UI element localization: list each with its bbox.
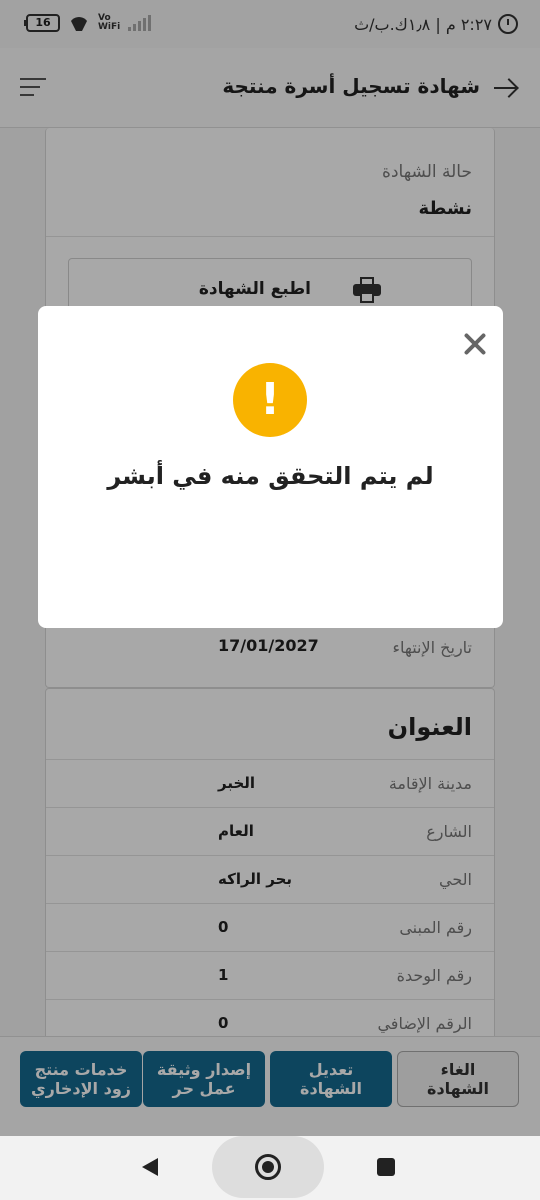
verification-alert-dialog: ! لم يتم التحقق منه في أبشر <box>38 306 503 628</box>
warning-icon: ! <box>233 363 307 437</box>
nav-recent-apps-icon[interactable] <box>377 1158 395 1176</box>
alert-message: لم يتم التحقق منه في أبشر <box>107 462 434 490</box>
nav-back-icon[interactable] <box>142 1158 158 1176</box>
close-icon[interactable] <box>463 332 487 356</box>
nav-home-icon[interactable] <box>255 1154 281 1180</box>
system-nav-bar <box>0 1136 540 1200</box>
